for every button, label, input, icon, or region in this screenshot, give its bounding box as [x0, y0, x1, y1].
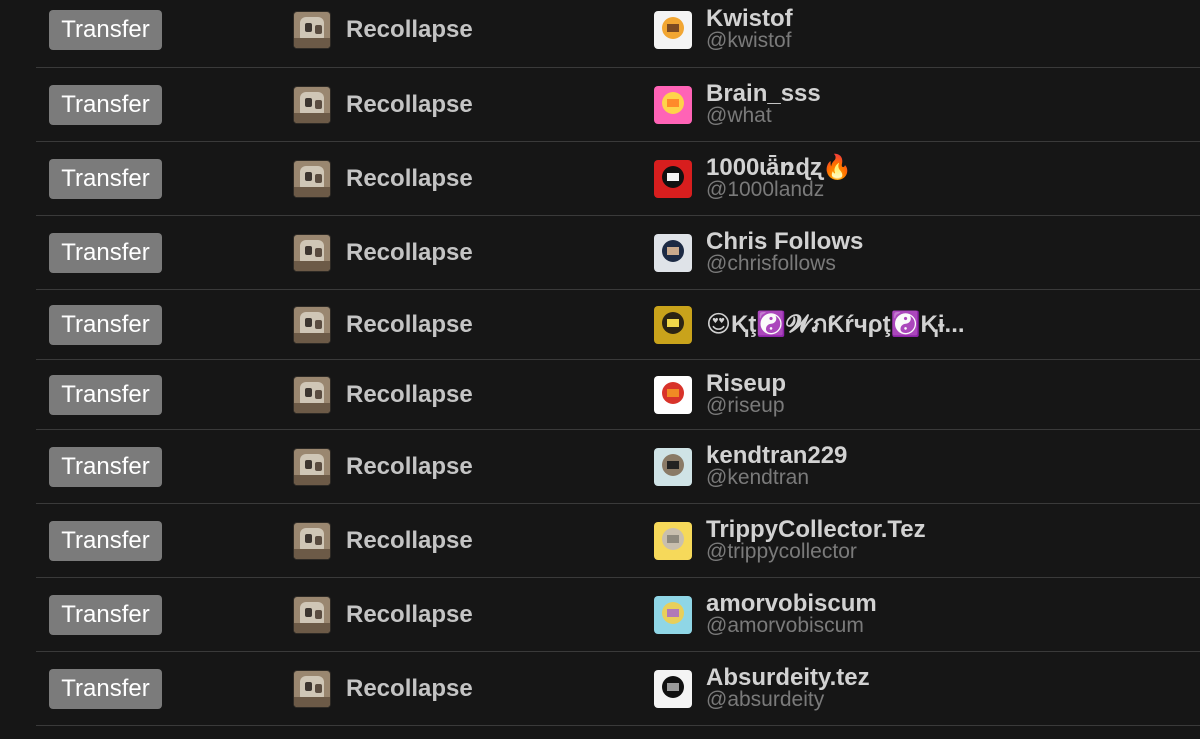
user-avatar[interactable]	[654, 233, 692, 272]
collection-name[interactable]: Recollapse	[346, 238, 473, 268]
owner-row: Transfer Recollapse kendtran229 @kendtran	[36, 430, 1200, 504]
transfer-button[interactable]: Transfer	[49, 668, 162, 709]
user-name[interactable]: amorvobiscum	[706, 590, 877, 617]
collection-name[interactable]: Recollapse	[346, 15, 473, 45]
user-handle[interactable]: @amorvobiscum	[706, 614, 864, 637]
transfer-button[interactable]: Transfer	[49, 446, 162, 487]
user-name[interactable]: Absurdeity.tez	[706, 664, 870, 691]
user-avatar[interactable]	[654, 11, 692, 49]
user-handle[interactable]: @what	[706, 104, 772, 127]
collection-name[interactable]: Recollapse	[346, 380, 473, 410]
user-name[interactable]: Riseup	[706, 370, 786, 397]
collection-name[interactable]: Recollapse	[346, 164, 473, 194]
user-avatar[interactable]	[654, 595, 692, 634]
transfer-button[interactable]: Transfer	[49, 374, 162, 415]
user-handle[interactable]: @riseup	[706, 394, 785, 417]
owner-row: Transfer Recollapse 😍Ⱪţ☯️𝓦ภƘŕчρţ☯️Ⱪɨ...	[36, 290, 1200, 360]
user-name[interactable]: 😍Ⱪţ☯️𝓦ภƘŕчρţ☯️Ⱪɨ...	[706, 311, 965, 338]
collection-name[interactable]: Recollapse	[346, 600, 473, 630]
transfer-button[interactable]: Transfer	[49, 520, 162, 561]
user-name[interactable]: TrippyCollector.Tez	[706, 516, 926, 543]
user-handle[interactable]: @trippycollector	[706, 540, 857, 563]
collection-name[interactable]: Recollapse	[346, 90, 473, 120]
owner-row: Transfer Recollapse Chris Follows @chrisfol…	[36, 216, 1200, 290]
user-avatar[interactable]	[654, 305, 692, 344]
owner-row: Transfer Recollapse Brain_sss @what	[36, 68, 1200, 142]
collection-thumbnail[interactable]	[293, 375, 331, 414]
collection-thumbnail[interactable]	[293, 159, 331, 198]
user-handle[interactable]: @absurdeity	[706, 688, 824, 711]
collection-thumbnail[interactable]	[293, 521, 331, 560]
collection-thumbnail[interactable]	[293, 595, 331, 634]
collection-name[interactable]: Recollapse	[346, 310, 473, 340]
owner-row: Transfer Recollapse Kwistof @kwistof	[36, 0, 1200, 68]
collection-thumbnail[interactable]	[293, 11, 331, 49]
collection-name[interactable]: Recollapse	[346, 526, 473, 556]
transfer-button[interactable]: Transfer	[49, 84, 162, 125]
owner-row: Transfer Recollapse TrippyCollector.Tez @tr…	[36, 504, 1200, 578]
collection-thumbnail[interactable]	[293, 305, 331, 344]
user-handle[interactable]: @1000landz	[706, 178, 824, 201]
owner-row: Transfer Recollapse amorvobiscum @amorvobis…	[36, 578, 1200, 652]
user-avatar[interactable]	[654, 375, 692, 414]
user-handle[interactable]: @kendtran	[706, 466, 809, 489]
user-avatar[interactable]	[654, 447, 692, 486]
user-name[interactable]: Brain_sss	[706, 80, 821, 107]
user-name[interactable]: kendtran229	[706, 442, 847, 469]
transfer-button[interactable]: Transfer	[49, 594, 162, 635]
user-avatar[interactable]	[654, 85, 692, 124]
user-name[interactable]: Chris Follows	[706, 228, 863, 255]
user-avatar[interactable]	[654, 521, 692, 560]
collection-name[interactable]: Recollapse	[346, 452, 473, 482]
transfer-button[interactable]: Transfer	[49, 232, 162, 273]
user-handle[interactable]: @chrisfollows	[706, 252, 836, 275]
collection-thumbnail[interactable]	[293, 85, 331, 124]
transfer-button[interactable]: Transfer	[49, 304, 162, 345]
transfer-button[interactable]: Transfer	[49, 10, 162, 50]
collection-thumbnail[interactable]	[293, 233, 331, 272]
owner-row: Transfer Recollapse Riseup @riseup	[36, 360, 1200, 430]
user-name[interactable]: 1000ɩǟռɖʐ🔥	[706, 154, 852, 181]
user-handle[interactable]: @kwistof	[706, 30, 792, 52]
owner-row: Transfer Recollapse 1000ɩǟռɖʐ🔥 @1000landz	[36, 142, 1200, 216]
user-avatar[interactable]	[654, 669, 692, 708]
collection-name[interactable]: Recollapse	[346, 674, 473, 704]
user-avatar[interactable]	[654, 159, 692, 198]
transfer-button[interactable]: Transfer	[49, 158, 162, 199]
collection-thumbnail[interactable]	[293, 447, 331, 486]
collection-thumbnail[interactable]	[293, 669, 331, 708]
owner-row: Transfer Recollapse Absurdeity.tez @absurde…	[36, 652, 1200, 726]
